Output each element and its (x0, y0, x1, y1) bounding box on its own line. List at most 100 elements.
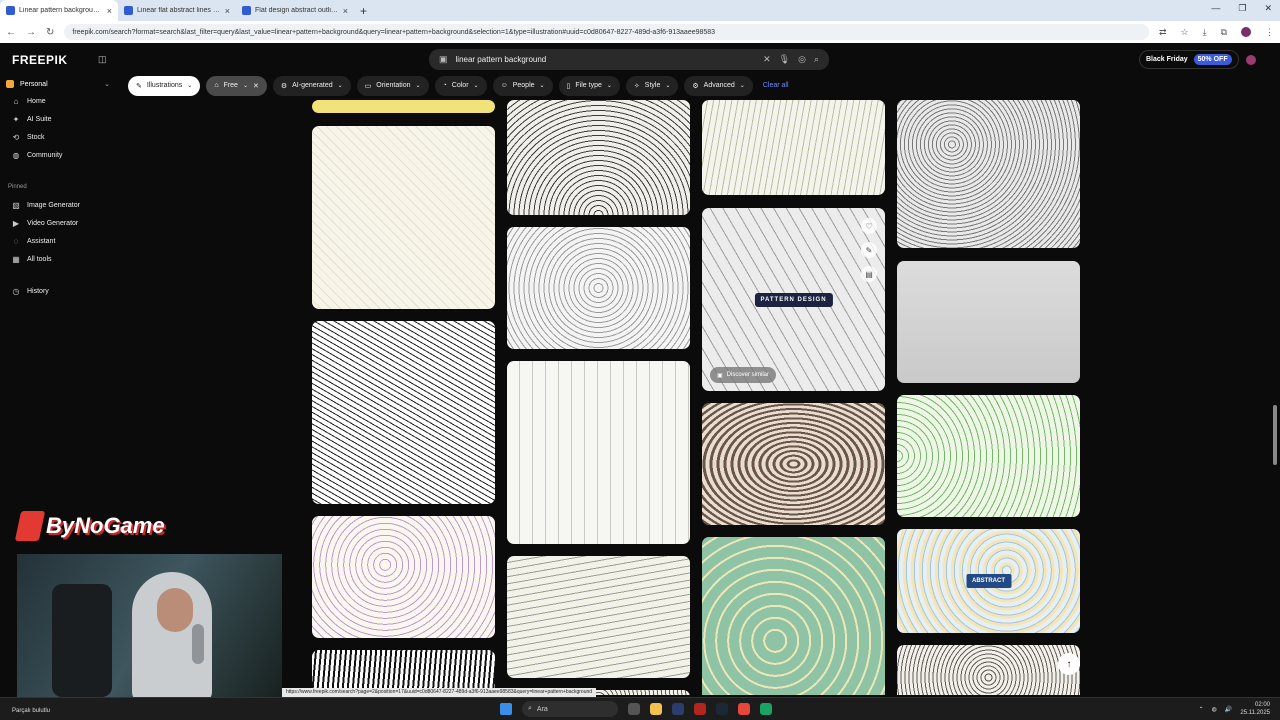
volume-icon[interactable]: 🔊 (1225, 706, 1232, 713)
sidebar-item-history[interactable]: ◷ History (12, 284, 49, 298)
network-icon[interactable]: ◍ (1212, 706, 1217, 713)
freepik-logo[interactable]: FREEPIK (12, 53, 68, 67)
forward-icon[interactable]: → (26, 27, 36, 38)
profile-avatar[interactable] (1241, 27, 1251, 37)
result-card-hovered[interactable]: PATTERN DESIGN ♡ ✎ ▤ ▣ Discover similar (702, 208, 885, 391)
menu-dots-icon[interactable]: ⋮ (1265, 27, 1274, 38)
translate-icon[interactable]: ⇄ (1159, 27, 1167, 38)
home-icon: ⌂ (13, 96, 19, 106)
sidebar-item-label: Stock (27, 133, 45, 141)
sidebar-item-home[interactable]: ⌂ Home (12, 94, 46, 108)
result-card[interactable] (702, 537, 885, 695)
result-card[interactable] (897, 645, 1080, 695)
filter-file-type[interactable]: ▯ File type ⌄ (558, 75, 620, 96)
new-tab-button[interactable]: + (360, 4, 367, 18)
chevron-down-icon: ⌄ (337, 83, 343, 89)
clear-search-icon[interactable]: ✕ (763, 54, 771, 65)
microphone-icon[interactable]: 🎙 (779, 54, 790, 65)
filter-free[interactable]: ⌂ Free ⌄ ✕ (206, 75, 267, 96)
close-icon[interactable]: × (225, 6, 230, 16)
clear-all-link[interactable]: Clear all (759, 82, 793, 89)
maximize-icon[interactable]: ❐ (1238, 3, 1246, 14)
filter-orientation[interactable]: ▭ Orientation ⌄ (356, 75, 429, 96)
sidebar-item-image-generator[interactable]: ▧ Image Generator (12, 198, 80, 212)
pinned-heading: Pinned (8, 184, 27, 190)
tab-title: Linear flat abstract lines patte (137, 7, 221, 14)
close-icon[interactable]: ✕ (253, 82, 259, 90)
chevron-down-icon: ⌄ (473, 83, 479, 89)
result-card[interactable] (312, 516, 495, 638)
result-card[interactable] (507, 361, 690, 544)
bookmark-star-icon[interactable]: ☆ (1181, 27, 1189, 38)
download-icon[interactable]: ⤓ (1203, 27, 1207, 38)
taskbar-search[interactable]: ⌕ Ara (522, 701, 618, 717)
result-card[interactable] (702, 100, 885, 195)
sidebar-toggle-icon[interactable]: ◫ (98, 54, 107, 65)
chevron-down-icon: ⌄ (665, 83, 671, 89)
result-card[interactable] (702, 403, 885, 525)
result-card[interactable] (507, 227, 690, 349)
filter-ai-generated[interactable]: ⚙ AI-generated ⌄ (272, 75, 351, 96)
scroll-to-top-button[interactable]: ↑ (1058, 653, 1080, 675)
browser-tab-2[interactable]: Linear flat abstract lines patte × (118, 0, 236, 21)
search-bar[interactable]: ▣ linear pattern background ✕ 🎙 ◎ ⌕ (429, 49, 829, 70)
workspace-selector[interactable]: Personal ⌄ (6, 77, 110, 91)
browser-tab-1[interactable]: Linear pattern background vec × (0, 0, 118, 21)
file-explorer-icon[interactable] (650, 703, 662, 715)
save-icon[interactable]: ♡ (861, 218, 877, 234)
filter-advanced[interactable]: ⚙ Advanced ⌄ (684, 75, 753, 96)
filter-people[interactable]: ☺ People ⌄ (492, 75, 553, 96)
result-card[interactable] (507, 100, 690, 215)
close-icon[interactable]: × (107, 6, 112, 16)
stock-icon: ⟲ (12, 132, 20, 142)
black-friday-promo[interactable]: Black Friday 50% OFF (1139, 50, 1239, 69)
sidebar-item-community[interactable]: ◍ Community (12, 148, 63, 162)
steam-icon[interactable] (716, 703, 728, 715)
clock[interactable]: 02:00 25.11.2025 (1240, 701, 1270, 717)
browser-tab-3[interactable]: Flat design abstract outline ba × (236, 0, 354, 21)
reload-icon[interactable]: ↻ (46, 27, 54, 38)
url-field[interactable]: freepik.com/search?format=search&last_fi… (64, 24, 1149, 40)
sidebar-item-ai-suite[interactable]: ✦ AI Suite (12, 112, 52, 126)
app-icon[interactable] (694, 703, 706, 715)
search-input[interactable]: linear pattern background (456, 55, 756, 64)
result-card[interactable] (897, 100, 1080, 248)
result-card[interactable] (507, 556, 690, 678)
edit-icon[interactable]: ✎ (861, 242, 877, 258)
chrome-icon[interactable] (738, 703, 750, 715)
user-avatar[interactable] (1246, 55, 1256, 65)
result-card[interactable] (312, 126, 495, 309)
filter-illustrations[interactable]: ✎ Illustrations ⌄ (128, 75, 201, 96)
tray-chevron-icon[interactable]: ⌃ (1199, 706, 1204, 713)
camera-search-icon[interactable]: ◎ (798, 54, 806, 65)
sidebar-item-video-generator[interactable]: ▶ Video Generator (12, 216, 78, 230)
search-icon[interactable]: ⌕ (814, 54, 819, 65)
result-card[interactable] (897, 395, 1080, 517)
minimize-icon[interactable]: — (1211, 3, 1220, 14)
results-grid: PATTERN DESIGN ♡ ✎ ▤ ▣ Discover similar … (300, 100, 1090, 695)
chevron-down-icon: ⌄ (104, 81, 110, 88)
back-icon[interactable]: ← (6, 27, 16, 38)
close-window-icon[interactable]: ✕ (1264, 3, 1272, 14)
result-card[interactable] (312, 100, 495, 113)
app-green-icon[interactable] (760, 703, 772, 715)
filter-color[interactable]: ◔ Color ⌄ (434, 75, 487, 96)
filter-style[interactable]: ✧ Style ⌄ (625, 75, 679, 96)
result-card[interactable] (312, 321, 495, 504)
extensions-icon[interactable]: ⧉ (1221, 27, 1227, 38)
sidebar-item-all-tools[interactable]: ▦ All tools (12, 252, 51, 266)
result-card[interactable]: ABSTRACT (897, 529, 1080, 633)
photoshop-icon[interactable] (672, 703, 684, 715)
windows-start-icon[interactable] (500, 703, 512, 715)
filter-label: Illustrations (146, 82, 183, 89)
collection-icon[interactable]: ▤ (861, 266, 877, 282)
discover-similar-button[interactable]: ▣ Discover similar (710, 367, 777, 383)
scrollbar-thumb[interactable] (1273, 405, 1277, 465)
sidebar-item-assistant[interactable]: ◌ Assistant (12, 234, 56, 248)
result-card[interactable] (897, 261, 1080, 383)
close-icon[interactable]: × (343, 6, 348, 16)
sidebar-item-stock[interactable]: ⟲ Stock (12, 130, 45, 144)
search-icon: ⌕ (528, 705, 532, 712)
brand-overlay: ByNoGame (14, 505, 196, 547)
task-view-icon[interactable] (628, 703, 640, 715)
